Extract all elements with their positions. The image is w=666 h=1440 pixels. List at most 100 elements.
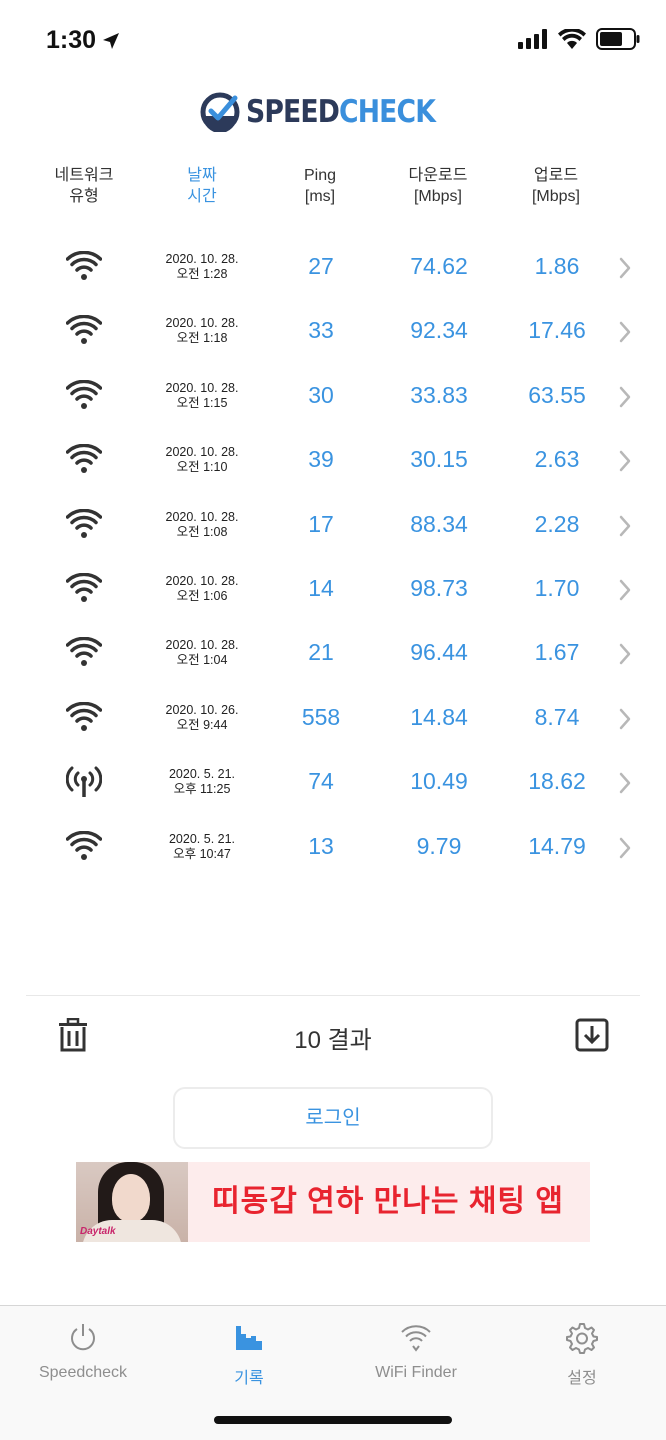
cellular-antenna-icon <box>65 766 103 798</box>
chevron-right-icon <box>619 257 631 279</box>
result-row[interactable]: 2020. 10. 28. 오전 1:10 39 30.15 2.63 <box>0 428 666 492</box>
export-button[interactable] <box>575 1018 609 1057</box>
download-value: 98.73 <box>410 574 468 601</box>
header-ping[interactable]: Ping [ms] <box>270 165 370 207</box>
result-row[interactable]: 2020. 10. 28. 오전 1:06 14 98.73 1.70 <box>0 557 666 621</box>
result-date: 2020. 10. 28. <box>165 445 239 460</box>
result-time: 오후 10:47 <box>173 846 231 861</box>
ad-banner[interactable]: Daytalk 띠동갑 연하 만나는 채팅 앱 <box>76 1162 590 1242</box>
chevron-right-icon <box>619 386 631 408</box>
result-date: 2020. 10. 28. <box>165 316 239 331</box>
row-detail-chevron[interactable] <box>618 772 632 799</box>
result-time: 오전 1:28 <box>176 267 228 281</box>
row-detail-chevron[interactable] <box>618 321 632 348</box>
result-row[interactable]: 2020. 10. 26. 오전 9:44 558 14.84 8.74 <box>0 686 666 750</box>
result-row[interactable]: 2020. 10. 28. 오전 1:15 30 33.83 63.55 <box>0 364 666 428</box>
tab-speedcheck[interactable]: Speedcheck <box>0 1306 166 1406</box>
chevron-right-icon <box>619 644 631 665</box>
date-time-cell: 2020. 10. 28. 오전 1:28 <box>142 252 262 282</box>
divider <box>26 995 640 996</box>
login-button[interactable]: 로그인 <box>173 1087 493 1149</box>
result-time: 오전 1:08 <box>176 524 228 539</box>
chevron-right-icon <box>619 322 631 343</box>
row-detail-chevron[interactable] <box>618 837 632 864</box>
header-upload[interactable]: 업로드 [Mbps] <box>503 165 609 207</box>
ad-text: 띠동갑 연하 만나는 채팅 앱 <box>212 1185 564 1218</box>
date-time-cell: 2020. 10. 28. 오전 1:10 <box>142 445 262 475</box>
download-value: 33.83 <box>410 381 468 408</box>
speedcheck-logo-icon <box>200 92 240 132</box>
row-detail-chevron[interactable] <box>618 579 632 606</box>
ping-value: 74 <box>308 768 334 795</box>
ping-value: 27 <box>308 253 334 279</box>
home-indicator[interactable] <box>214 1416 452 1424</box>
wifi-icon <box>65 315 103 345</box>
result-row[interactable]: 2020. 10. 28. 오전 1:08 17 88.34 2.28 <box>0 493 666 557</box>
ping-value: 13 <box>308 832 334 859</box>
result-time: 오전 1:10 <box>176 460 228 475</box>
status-time: 1:30 <box>46 26 97 54</box>
tab-wifi-finder[interactable]: WiFi Finder <box>333 1306 499 1406</box>
header-download[interactable]: 다운로드 [Mbps] <box>385 165 491 207</box>
status-bar: 1:30 <box>0 0 666 80</box>
row-detail-chevron[interactable] <box>618 643 632 670</box>
ping-value: 33 <box>308 317 334 344</box>
wifi-icon <box>65 637 103 667</box>
power-icon <box>71 1324 95 1351</box>
result-time: 오전 9:44 <box>176 717 228 732</box>
result-row[interactable]: 2020. 5. 21. 오후 11:25 74 10.49 18.62 <box>0 750 666 814</box>
tab-label: 설정 <box>567 1370 597 1387</box>
result-row[interactable]: 2020. 10. 28. 오전 1:28 27 74.62 1.86 <box>0 235 666 299</box>
results-table-header: 네트워크 유형 날짜 시간 Ping [ms] 다운로드 [Mbps] 업로드 … <box>0 165 666 215</box>
chevron-right-icon <box>619 579 631 601</box>
result-date: 2020. 5. 21. <box>168 831 236 846</box>
row-detail-chevron[interactable] <box>618 257 632 284</box>
tab-settings[interactable]: 설정 <box>499 1306 665 1406</box>
download-value: 9.79 <box>416 832 462 859</box>
ping-value: 39 <box>308 446 334 473</box>
tab-history-icon-wrap <box>166 1322 332 1356</box>
row-detail-chevron[interactable] <box>618 708 632 735</box>
network-type-cell <box>65 379 104 410</box>
row-detail-chevron[interactable] <box>618 515 632 542</box>
header-date-time[interactable]: 날짜 시간 <box>152 165 252 207</box>
network-type-cell <box>65 701 104 732</box>
result-row[interactable]: 2020. 10. 28. 오전 1:18 33 92.34 17.46 <box>0 299 666 363</box>
tab-label: 기록 <box>234 1370 264 1387</box>
row-detail-chevron[interactable] <box>618 450 632 477</box>
wifi-icon <box>558 29 586 49</box>
result-row[interactable]: 2020. 5. 21. 오후 10:47 13 9.79 14.79 <box>0 815 666 879</box>
download-value: 74.62 <box>410 253 468 279</box>
network-type-cell <box>65 766 104 798</box>
logo-text: SPEEDCHECK <box>246 94 436 130</box>
chevron-right-icon <box>619 515 631 536</box>
header-network-type[interactable]: 네트워크 유형 <box>34 165 134 207</box>
upload-value: 1.67 <box>534 639 580 666</box>
upload-value: 14.79 <box>528 832 586 859</box>
upload-value: 1.70 <box>534 574 580 601</box>
row-detail-chevron[interactable] <box>618 386 632 413</box>
download-value: 14.84 <box>410 703 468 730</box>
wifi-finder-icon <box>401 1325 431 1352</box>
chevron-right-icon <box>619 708 631 729</box>
wifi-icon <box>65 379 103 409</box>
status-time-group: 1:30 <box>46 26 120 55</box>
upload-value: 2.28 <box>534 510 580 537</box>
result-time: 오전 1:18 <box>176 331 228 346</box>
result-date: 2020. 10. 28. <box>165 380 239 395</box>
date-time-cell: 2020. 10. 28. 오전 1:06 <box>142 574 262 604</box>
date-time-cell: 2020. 10. 26. 오전 9:44 <box>142 703 262 733</box>
date-time-cell: 2020. 10. 28. 오전 1:18 <box>142 316 262 346</box>
date-time-cell: 2020. 5. 21. 오후 11:25 <box>142 767 262 797</box>
ping-value: 21 <box>308 639 334 666</box>
download-value: 30.15 <box>410 446 468 473</box>
tab-label: Speedcheck <box>38 1364 128 1381</box>
ad-photo: Daytalk <box>76 1162 188 1242</box>
upload-value: 1.86 <box>534 253 580 279</box>
ping-value: 17 <box>308 510 334 537</box>
ping-value: 14 <box>308 574 334 601</box>
tab-history[interactable]: 기록 <box>166 1306 332 1406</box>
result-count: 10 결과 <box>294 1027 372 1054</box>
logo-text-speed: SPEED <box>246 94 340 130</box>
result-row[interactable]: 2020. 10. 28. 오전 1:04 21 96.44 1.67 <box>0 621 666 685</box>
